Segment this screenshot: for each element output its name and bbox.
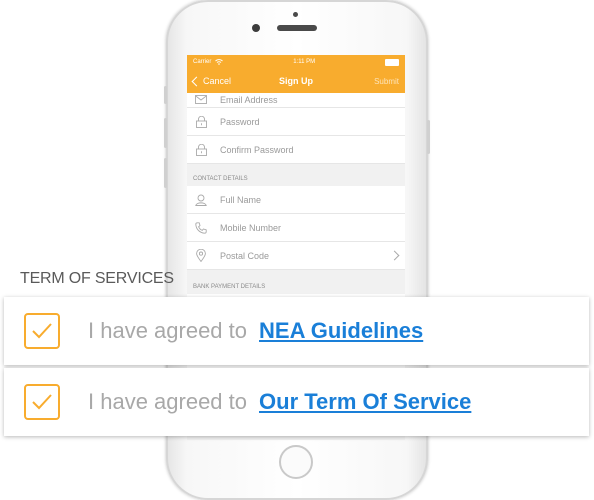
navigation-bar: Cancel Sign Up Submit	[187, 69, 405, 93]
proximity-sensor	[293, 12, 298, 17]
email-placeholder: Email Address	[220, 95, 278, 105]
agree-checkbox[interactable]	[24, 384, 60, 420]
nea-guidelines-link[interactable]: NEA Guidelines	[259, 318, 423, 344]
lock-icon	[195, 115, 207, 128]
postal-code-field[interactable]: Postal Code	[187, 242, 405, 270]
carrier-indicator: Carrier	[193, 59, 224, 65]
full-name-field[interactable]: Full Name	[187, 186, 405, 214]
section-header-contact: CONTACT DETAILS	[187, 164, 405, 186]
password-field[interactable]: Password	[187, 108, 405, 136]
page-title: Sign Up	[279, 76, 313, 86]
terms-heading: TERM OF SERVICES	[20, 270, 174, 287]
carrier-label: Carrier	[193, 59, 212, 65]
front-camera	[252, 24, 260, 32]
user-icon	[195, 194, 207, 206]
password-placeholder: Password	[220, 116, 260, 127]
agreement-text: I have agreed to	[88, 389, 248, 414]
terms-agreement-row: I have agreed to Our Term Of Service	[4, 368, 589, 436]
confirm-password-placeholder: Confirm Password	[220, 144, 294, 155]
home-button[interactable]	[279, 445, 313, 479]
checkmark-icon	[32, 323, 52, 339]
wifi-icon	[215, 59, 224, 65]
email-field[interactable]: Email Address	[187, 93, 405, 108]
power-button	[427, 120, 430, 154]
section-header-bank: BANK PAYMENT DETAILS	[187, 270, 405, 294]
phone-icon	[195, 221, 207, 234]
submit-button[interactable]: Submit	[374, 77, 399, 86]
earpiece-speaker	[277, 25, 317, 31]
full-name-placeholder: Full Name	[220, 194, 262, 205]
chevron-right-icon	[389, 250, 400, 261]
lock-icon	[195, 143, 207, 156]
confirm-password-field[interactable]: Confirm Password	[187, 136, 405, 164]
agreement-text: I have agreed to	[88, 318, 248, 343]
status-time: 1:11 PM	[293, 59, 316, 65]
postal-code-placeholder: Postal Code	[220, 250, 270, 261]
term-of-service-link[interactable]: Our Term Of Service	[259, 389, 471, 415]
mail-icon	[195, 93, 207, 105]
agree-checkbox[interactable]	[24, 313, 60, 349]
status-bar: Carrier 1:11 PM	[187, 55, 405, 69]
mobile-number-placeholder: Mobile Number	[220, 222, 282, 233]
volume-down-button	[164, 158, 167, 188]
terms-agreement-row: I have agreed to NEA Guidelines	[4, 297, 589, 365]
volume-up-button	[164, 118, 167, 148]
mobile-number-field[interactable]: Mobile Number	[187, 214, 405, 242]
location-pin-icon	[195, 249, 207, 262]
checkmark-icon	[32, 394, 52, 410]
battery-icon	[385, 58, 399, 66]
mute-switch	[164, 86, 167, 104]
